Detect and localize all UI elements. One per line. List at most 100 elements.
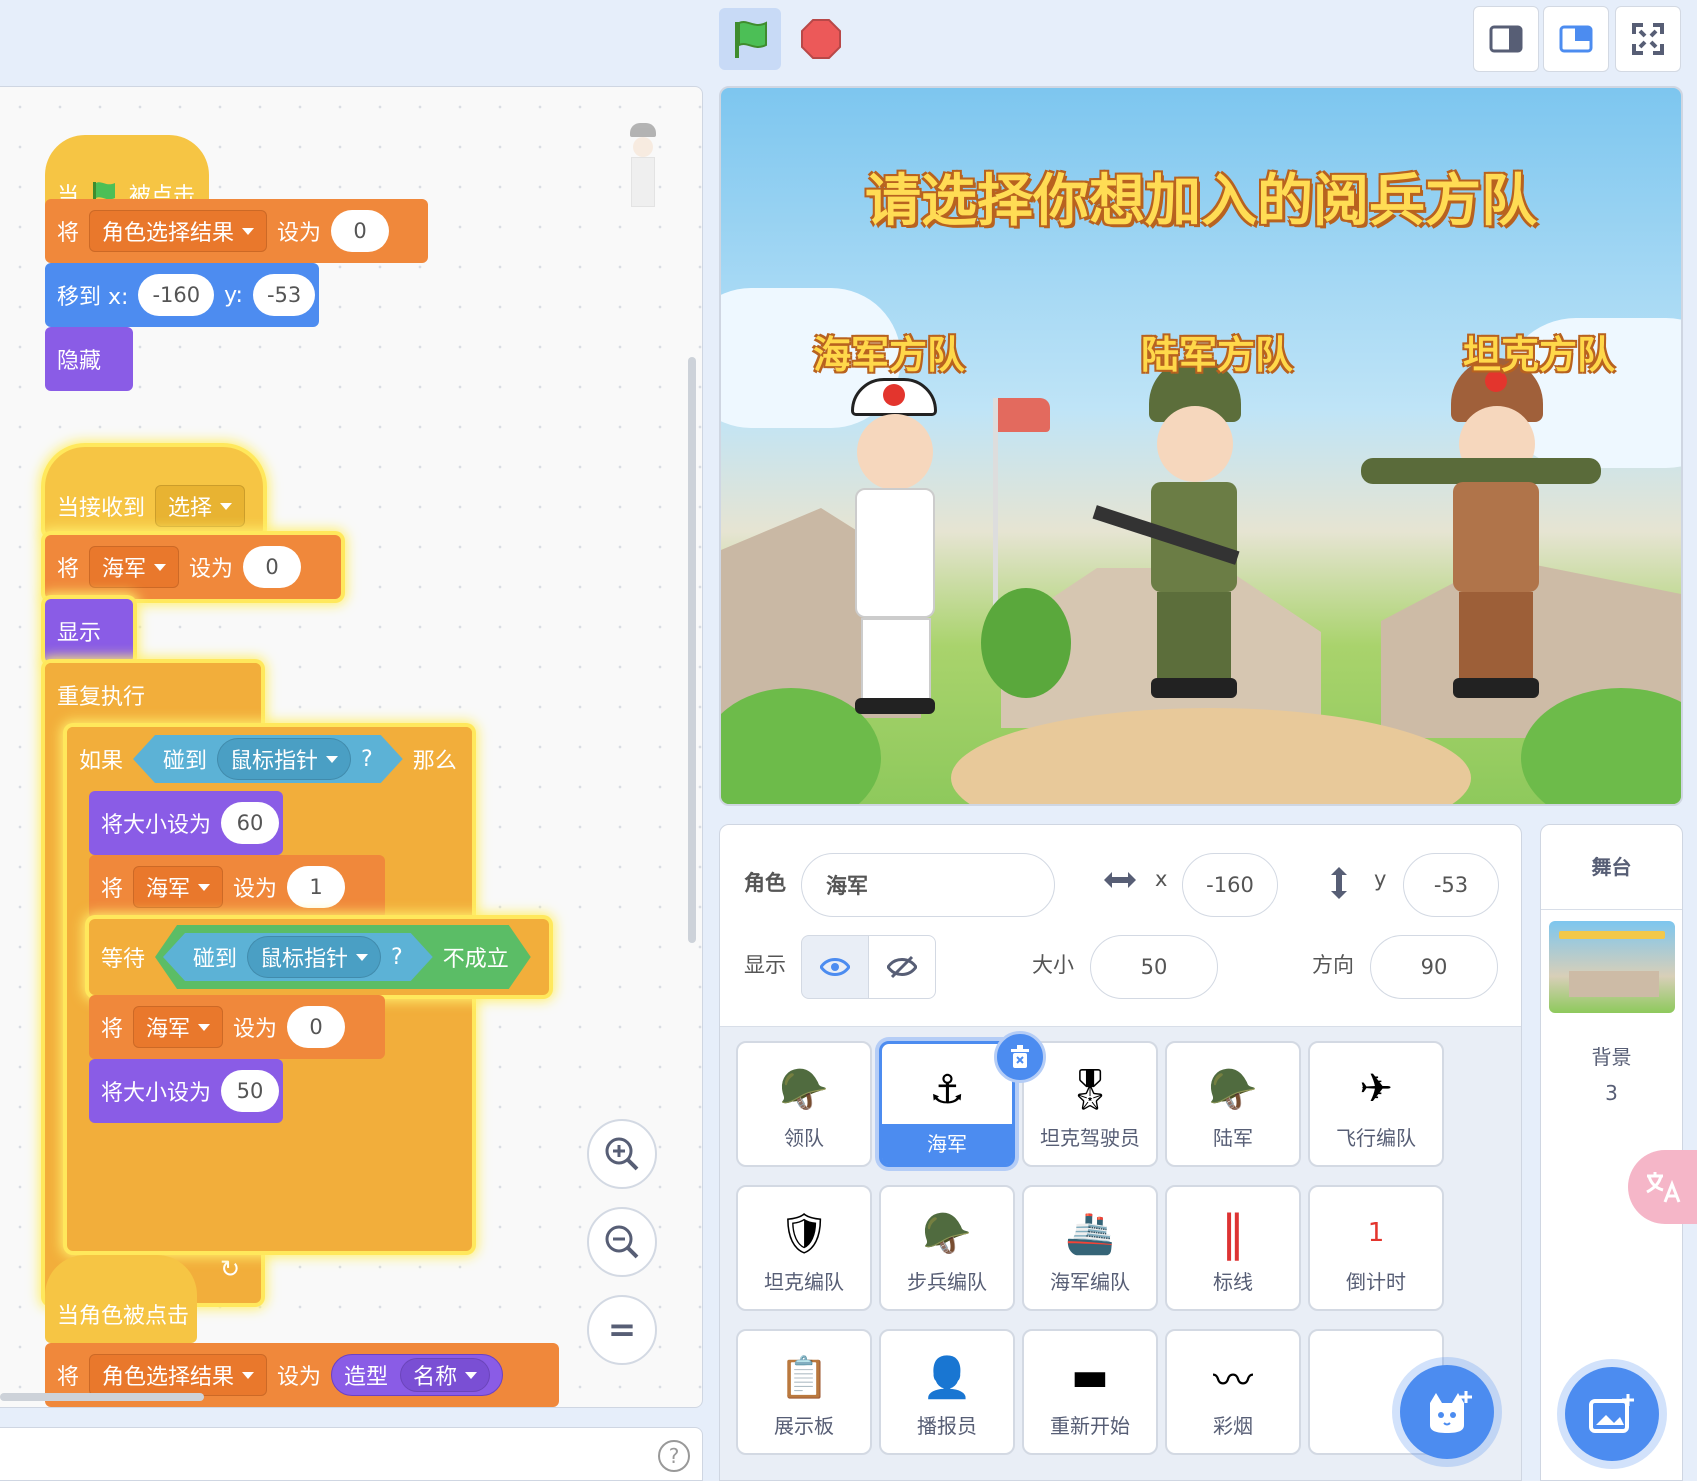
y-field[interactable]: -53 (1403, 853, 1499, 917)
hide-label: 隐藏 (57, 349, 102, 374)
translate-button[interactable] (1628, 1150, 1697, 1224)
hat-receive-label: 当接收到 (57, 496, 146, 521)
set-variable-block[interactable]: 将 角色选择结果 设为 0 (45, 199, 428, 263)
x-input[interactable]: -160 (138, 274, 215, 316)
value-input[interactable]: 1 (287, 866, 346, 908)
value-input[interactable]: 0 (287, 1006, 346, 1048)
x-field[interactable]: -160 (1182, 853, 1278, 917)
add-backdrop-button[interactable] (1565, 1367, 1659, 1461)
not-operator[interactable]: 碰到 鼠标指针 ? 不成立 (155, 925, 531, 989)
set-variable-block[interactable]: 将 海军 设为 0 (45, 535, 341, 599)
size-input[interactable]: 60 (221, 802, 280, 844)
reset-zoom-icon: = (607, 1310, 637, 1350)
sprite-tile[interactable]: 〰彩烟 (1165, 1329, 1301, 1455)
hide-block[interactable]: 隐藏 (45, 327, 133, 391)
backdrop-thumbnail[interactable] (1549, 921, 1675, 1013)
horizontal-scrollbar[interactable] (0, 1393, 204, 1401)
value-input[interactable]: 0 (331, 210, 390, 252)
backdrop-label: 背景 (1591, 1045, 1632, 1069)
variable-dropdown[interactable]: 海军 (133, 1006, 224, 1048)
sprite-tile[interactable]: 📋 展示板 (736, 1329, 872, 1455)
sprite-tile[interactable]: 1 倒计时 (1308, 1185, 1444, 1311)
set-variable-block[interactable]: 将 海军 设为 1 (89, 855, 385, 919)
message-dropdown[interactable]: 选择 (155, 485, 246, 527)
zoom-reset-button[interactable]: = (587, 1295, 657, 1365)
set-size-label: 将大小设为 (101, 813, 212, 838)
add-sprite-button[interactable] (1400, 1365, 1494, 1459)
army-squad-label: 陆军方队 (1141, 333, 1294, 377)
help-button[interactable]: ? (658, 1440, 690, 1472)
army-character[interactable] (1092, 358, 1261, 718)
sprite-thumbnail-icon (1344, 1341, 1408, 1413)
goto-xy-block[interactable]: 移到 x: -160 y: -53 (45, 263, 319, 327)
stage-pane-title: 舞台 (1591, 855, 1632, 879)
zoom-out-button[interactable] (587, 1207, 657, 1277)
when-i-receive-hat[interactable]: 当接收到 选择 (45, 447, 263, 535)
stop-button[interactable] (790, 8, 852, 70)
chevron-down-icon (154, 563, 167, 571)
sprite-tile[interactable]: 🪖 领队 (736, 1041, 872, 1167)
variable-dropdown[interactable]: 海军 (89, 546, 180, 588)
size-label: 大小 (1032, 953, 1074, 977)
chevron-down-icon (465, 1371, 478, 1379)
touch-target-dropdown[interactable]: 鼠标指针 (247, 936, 381, 978)
y-label: y: (224, 282, 243, 308)
sprite-tile[interactable]: ▬ 重新开始 (1022, 1329, 1158, 1455)
code-area[interactable]: 当 被点击 将 角色选择结果 设为 0 移到 x: -160 y: -53 隐藏… (0, 86, 703, 1408)
set-size-block[interactable]: 将大小设为 50 (89, 1059, 283, 1123)
value-input[interactable]: 0 (243, 546, 302, 588)
navy-character[interactable] (821, 378, 961, 718)
costume-label: 造型 (344, 1365, 389, 1390)
sprite-tile[interactable]: 🛡 坦克编队 (736, 1185, 872, 1311)
eye-slash-icon (887, 955, 917, 979)
direction-field[interactable]: 90 (1370, 935, 1498, 999)
vertical-scrollbar[interactable] (688, 357, 696, 943)
green-flag-button[interactable] (719, 8, 781, 70)
sprite-thumbnail-icon: 🛡 (778, 1210, 830, 1257)
variable-dropdown[interactable]: 海军 (133, 866, 224, 908)
chevron-down-icon (198, 1023, 211, 1031)
zoom-in-button[interactable] (587, 1119, 657, 1189)
sprite-tile[interactable]: 🪖 陆军 (1165, 1041, 1301, 1167)
size-input[interactable]: 50 (221, 1070, 280, 1112)
sprite-tile[interactable]: ‖ 标线 (1165, 1185, 1301, 1311)
costume-reporter[interactable]: 造型 名称 (331, 1354, 504, 1396)
set-size-block[interactable]: 将大小设为 60 (89, 791, 283, 855)
tank-character[interactable] (1361, 358, 1601, 718)
normal-stage-button[interactable] (1543, 6, 1609, 72)
set-size-label: 将大小设为 (101, 1081, 212, 1106)
costume-property-dropdown[interactable]: 名称 (400, 1358, 491, 1392)
show-visible-button[interactable] (801, 935, 869, 999)
touching-label: 碰到 (163, 749, 208, 774)
eye-icon (820, 958, 850, 976)
show-block[interactable]: 显示 (45, 599, 133, 663)
small-stage-icon (1489, 25, 1523, 53)
touching-label: 碰到 (193, 947, 238, 972)
stage-canvas[interactable]: 请选择你想加入的阅兵方队 海军方队 陆军方队 坦克方队 (719, 86, 1683, 806)
if-header: 如果 碰到 鼠标指针 ? 那么 (67, 727, 472, 791)
variable-dropdown[interactable]: 角色选择结果 (89, 1354, 268, 1396)
variable-dropdown[interactable]: 角色选择结果 (89, 210, 268, 252)
sprite-tile[interactable]: 🪖 步兵编队 (879, 1185, 1015, 1311)
backdrop-count: 3 (1605, 1081, 1618, 1105)
sprite-tile-name: 飞行编队 (1336, 1126, 1416, 1150)
fullscreen-button[interactable] (1615, 6, 1681, 72)
small-stage-button[interactable] (1473, 6, 1539, 72)
chevron-down-icon (242, 227, 255, 235)
wait-until-block[interactable]: 等待 碰到 鼠标指针 ? 不成立 (89, 919, 549, 995)
sprite-tile[interactable]: ✈ 飞行编队 (1308, 1041, 1444, 1167)
touching-condition[interactable]: 碰到 鼠标指针 ? (163, 933, 433, 981)
when-sprite-clicked-hat[interactable]: 当角色被点击 (45, 1255, 197, 1343)
show-hidden-button[interactable] (868, 935, 936, 999)
sprite-tile[interactable]: 🚢 海军编队 (1022, 1185, 1158, 1311)
sprite-name-field[interactable]: 海军 (801, 853, 1055, 917)
set-variable-block[interactable]: 将 海军 设为 0 (89, 995, 385, 1059)
delete-sprite-button[interactable] (994, 1031, 1046, 1083)
set-label: 将 (101, 877, 124, 902)
touching-condition[interactable]: 碰到 鼠标指针 ? (133, 735, 403, 783)
size-field[interactable]: 50 (1090, 935, 1218, 999)
goto-label: 移到 x: (57, 285, 129, 310)
sprite-tile[interactable]: 👤 播报员 (879, 1329, 1015, 1455)
y-input[interactable]: -53 (252, 274, 316, 316)
touch-target-dropdown[interactable]: 鼠标指针 (217, 738, 351, 780)
